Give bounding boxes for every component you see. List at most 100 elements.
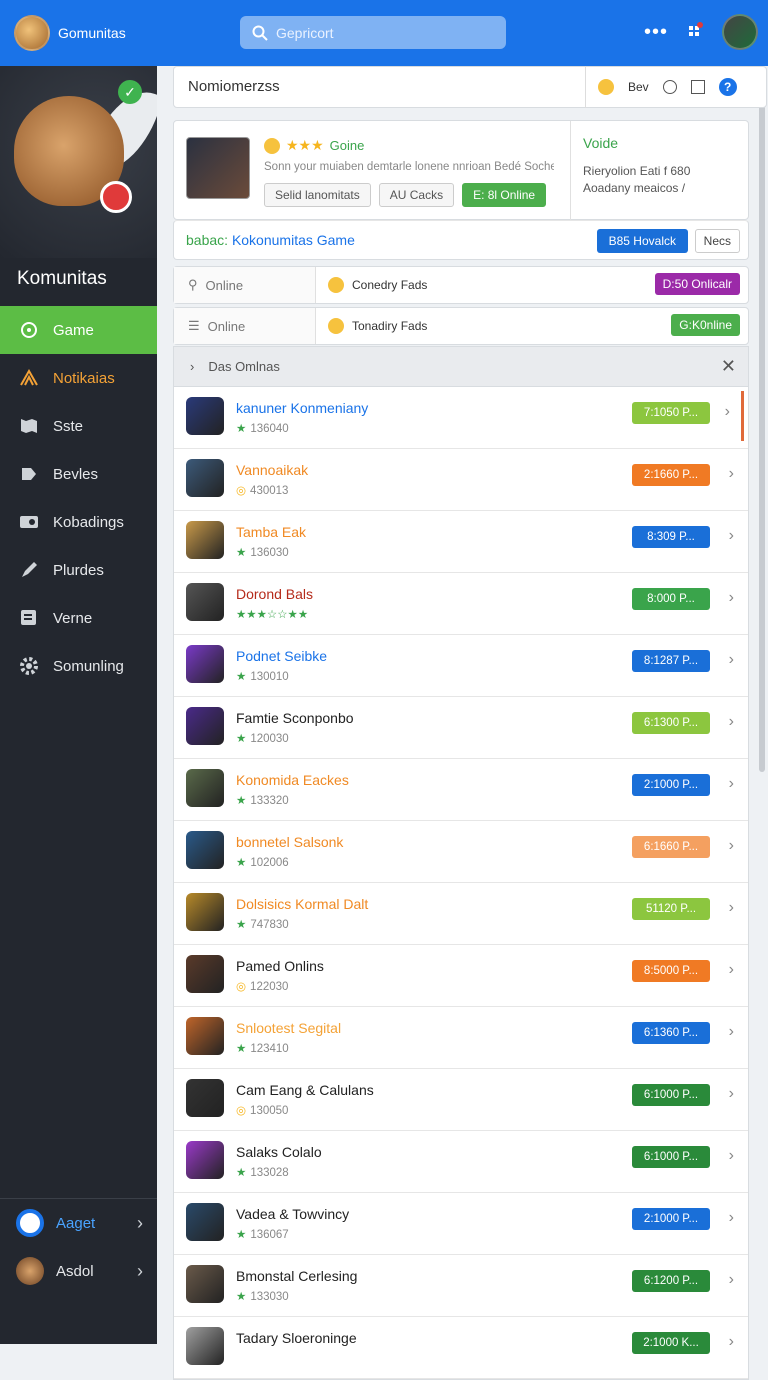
list-item[interactable]: Vannoaikak ◎ 430013 2:1660 P... ›: [174, 449, 748, 511]
featured-image[interactable]: [186, 137, 250, 199]
list-item[interactable]: Tadary Sloeroninge 2:1000 K... ›: [174, 1317, 748, 1379]
sidebar-item-notifications[interactable]: Notikaias: [0, 354, 157, 402]
info-icon[interactable]: [662, 80, 677, 94]
chevron-right-icon[interactable]: ›: [729, 1209, 734, 1227]
list-item[interactable]: Pamed Onlins ◎ 122030 8:5000 P... ›: [174, 945, 748, 1007]
featured-button-1[interactable]: Selid lanomitats: [264, 183, 371, 207]
active-marker: [741, 391, 744, 441]
chevron-right-icon: ›: [137, 1212, 143, 1233]
filter-tag-button[interactable]: G:K0nline: [671, 314, 740, 336]
primary-action-button[interactable]: B85 Hovalck: [596, 229, 688, 253]
filter-search[interactable]: ⚲ Online: [174, 267, 316, 303]
chevron-right-icon[interactable]: ›: [729, 465, 734, 483]
list-item[interactable]: Cam Eang & Calulans ◎ 130050 6:1000 P... ›: [174, 1069, 748, 1131]
game-meta: ★ 123410: [236, 1041, 289, 1055]
game-count: 747830: [250, 919, 289, 931]
price-badge[interactable]: 6:1200 P...: [632, 1270, 710, 1292]
online-button[interactable]: E: 8l Online: [462, 183, 547, 207]
sidebar-item-sste[interactable]: Sste: [0, 402, 157, 450]
chevron-right-icon[interactable]: ›: [729, 1023, 734, 1041]
emoji-icon[interactable]: [598, 79, 614, 95]
game-meta: ★★★☆☆★★: [236, 607, 312, 621]
help-icon[interactable]: ?: [718, 78, 737, 96]
sidebar-item-plurdes[interactable]: Plurdes: [0, 546, 157, 594]
sidebar-item-aaget[interactable]: Aaget ›: [0, 1199, 157, 1247]
rating-icon: ★: [236, 423, 247, 435]
sidebar-item-asdol[interactable]: Asdol ›: [0, 1247, 157, 1295]
chevron-right-icon[interactable]: ›: [729, 1333, 734, 1351]
price-badge[interactable]: 2:1000 P...: [632, 774, 710, 796]
more-menu-icon[interactable]: •••: [644, 21, 668, 44]
rating-icon: ◎: [236, 485, 247, 497]
chevron-right-icon[interactable]: ›: [725, 403, 730, 421]
app-logo[interactable]: [14, 15, 50, 51]
calendar-icon[interactable]: [690, 80, 705, 94]
game-thumbnail: [186, 459, 224, 497]
chevron-right-icon[interactable]: ›: [729, 1085, 734, 1103]
price-badge[interactable]: 51120 P...: [632, 898, 710, 920]
chevron-right-icon[interactable]: ›: [729, 775, 734, 793]
chevron-right-icon[interactable]: ›: [729, 899, 734, 917]
sidebar-item-bevles[interactable]: Bevles: [0, 450, 157, 498]
featured-button-2[interactable]: AU Cacks: [378, 183, 455, 207]
list-item[interactable]: Famtie Sconponbo ★ 120030 6:1300 P... ›: [174, 697, 748, 759]
ticket-icon: [18, 511, 40, 533]
list-item[interactable]: bonnetel Salsonk ★ 102006 6:1660 P... ›: [174, 821, 748, 883]
list-item[interactable]: Salaks Colalo ★ 133028 6:1000 P... ›: [174, 1131, 748, 1193]
sidebar-item-kobadings[interactable]: Kobadings: [0, 498, 157, 546]
chevron-right-icon[interactable]: ›: [729, 1147, 734, 1165]
price-badge[interactable]: 8:000 P...: [632, 588, 710, 610]
game-count: 102006: [250, 857, 289, 869]
game-count: 136067: [250, 1229, 289, 1241]
list-item[interactable]: Bmonstal Cerlesing ★ 133030 6:1200 P... ›: [174, 1255, 748, 1317]
price-badge[interactable]: 8:1287 P...: [632, 650, 710, 672]
list-item[interactable]: Dolsisics Kormal Dalt ★ 747830 51120 P... ›: [174, 883, 748, 945]
secondary-action-button[interactable]: Necs: [694, 229, 740, 253]
filter-list[interactable]: ☰ Online: [174, 308, 316, 344]
price-badge[interactable]: 6:1300 P...: [632, 712, 710, 734]
close-icon[interactable]: ✕: [721, 356, 736, 377]
sidebar-item-somunling[interactable]: Somunling: [0, 642, 157, 690]
game-bar: babac: Kokonumitas Game B85 Hovalck Necs: [173, 220, 749, 260]
chevron-right-icon[interactable]: ›: [190, 359, 194, 374]
chevron-right-icon[interactable]: ›: [729, 589, 734, 607]
price-badge[interactable]: 8:5000 P...: [632, 960, 710, 982]
game-count: 136030: [250, 547, 289, 559]
price-badge[interactable]: 6:1660 P...: [632, 836, 710, 858]
filter-mid: Tonadiry Fads: [316, 318, 427, 334]
sidebar-item-game[interactable]: Game: [0, 306, 157, 354]
chevron-right-icon[interactable]: ›: [729, 651, 734, 669]
price-badge[interactable]: 8:309 P...: [632, 526, 710, 548]
sidebar-item-verne[interactable]: Verne: [0, 594, 157, 642]
bev-label[interactable]: Bev: [628, 80, 649, 94]
user-avatar[interactable]: [722, 14, 758, 50]
chevron-right-icon[interactable]: ›: [729, 961, 734, 979]
game-list: kanuner Konmeniany ★ 136040 7:1050 P... › Van…: [173, 386, 749, 1380]
price-badge[interactable]: 2:1000 K...: [632, 1332, 710, 1354]
price-badge[interactable]: 6:1000 P...: [632, 1146, 710, 1168]
filter-tag-button[interactable]: D:50 Onlicalr: [654, 273, 740, 295]
chevron-right-icon[interactable]: ›: [729, 1271, 734, 1289]
list-item[interactable]: kanuner Konmeniany ★ 136040 7:1050 P... ›: [174, 387, 748, 449]
game-count: 133028: [250, 1167, 289, 1179]
game-thumbnail: [186, 583, 224, 621]
search-input[interactable]: Gepricort: [240, 16, 506, 49]
notification-icon[interactable]: [686, 22, 704, 42]
list-item[interactable]: Dorond Bals ★★★☆☆★★ 8:000 P... ›: [174, 573, 748, 635]
list-item[interactable]: Snlootest Segital ★ 123410 6:1360 P... ›: [174, 1007, 748, 1069]
list-item[interactable]: Tamba Eak ★ 136030 8:309 P... ›: [174, 511, 748, 573]
price-badge[interactable]: 2:1000 P...: [632, 1208, 710, 1230]
list-item[interactable]: Konomida Eackes ★ 133320 2:1000 P... ›: [174, 759, 748, 821]
chevron-right-icon[interactable]: ›: [729, 527, 734, 545]
game-meta: ★ 133320: [236, 793, 289, 807]
price-badge[interactable]: 7:1050 P...: [632, 402, 710, 424]
price-badge[interactable]: 6:1000 P...: [632, 1084, 710, 1106]
game-count: 122030: [250, 981, 289, 993]
price-badge[interactable]: 2:1660 P...: [632, 464, 710, 486]
chevron-right-icon[interactable]: ›: [729, 713, 734, 731]
price-badge[interactable]: 6:1360 P...: [632, 1022, 710, 1044]
chevron-right-icon[interactable]: ›: [729, 837, 734, 855]
list-item[interactable]: Vadea & Towvincy ★ 136067 2:1000 P... ›: [174, 1193, 748, 1255]
list-item[interactable]: Podnet Seibke ★ 130010 8:1287 P... ›: [174, 635, 748, 697]
scrollbar[interactable]: [759, 82, 765, 772]
